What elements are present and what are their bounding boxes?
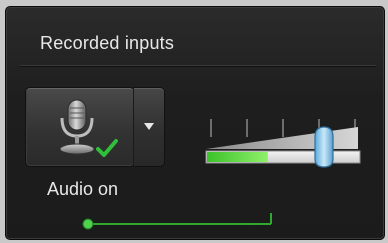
title-divider (20, 65, 376, 66)
checkmark-icon (96, 139, 118, 157)
input-level-meter (207, 152, 268, 162)
timeline-handle[interactable] (82, 218, 94, 230)
audio-status-label: Audio on (47, 179, 119, 199)
recorded-inputs-panel: Recorded inputs Audio on (5, 6, 385, 240)
microphone-toggle-button[interactable] (25, 87, 135, 167)
volume-wedge (206, 127, 358, 149)
microphone-options-dropdown[interactable] (133, 87, 165, 167)
volume-thumb[interactable] (314, 126, 334, 168)
volume-slider[interactable] (202, 115, 362, 175)
dropdown-arrow-icon (144, 123, 154, 130)
timeline-slider[interactable] (76, 211, 276, 231)
panel-title: Recorded inputs (40, 33, 175, 53)
